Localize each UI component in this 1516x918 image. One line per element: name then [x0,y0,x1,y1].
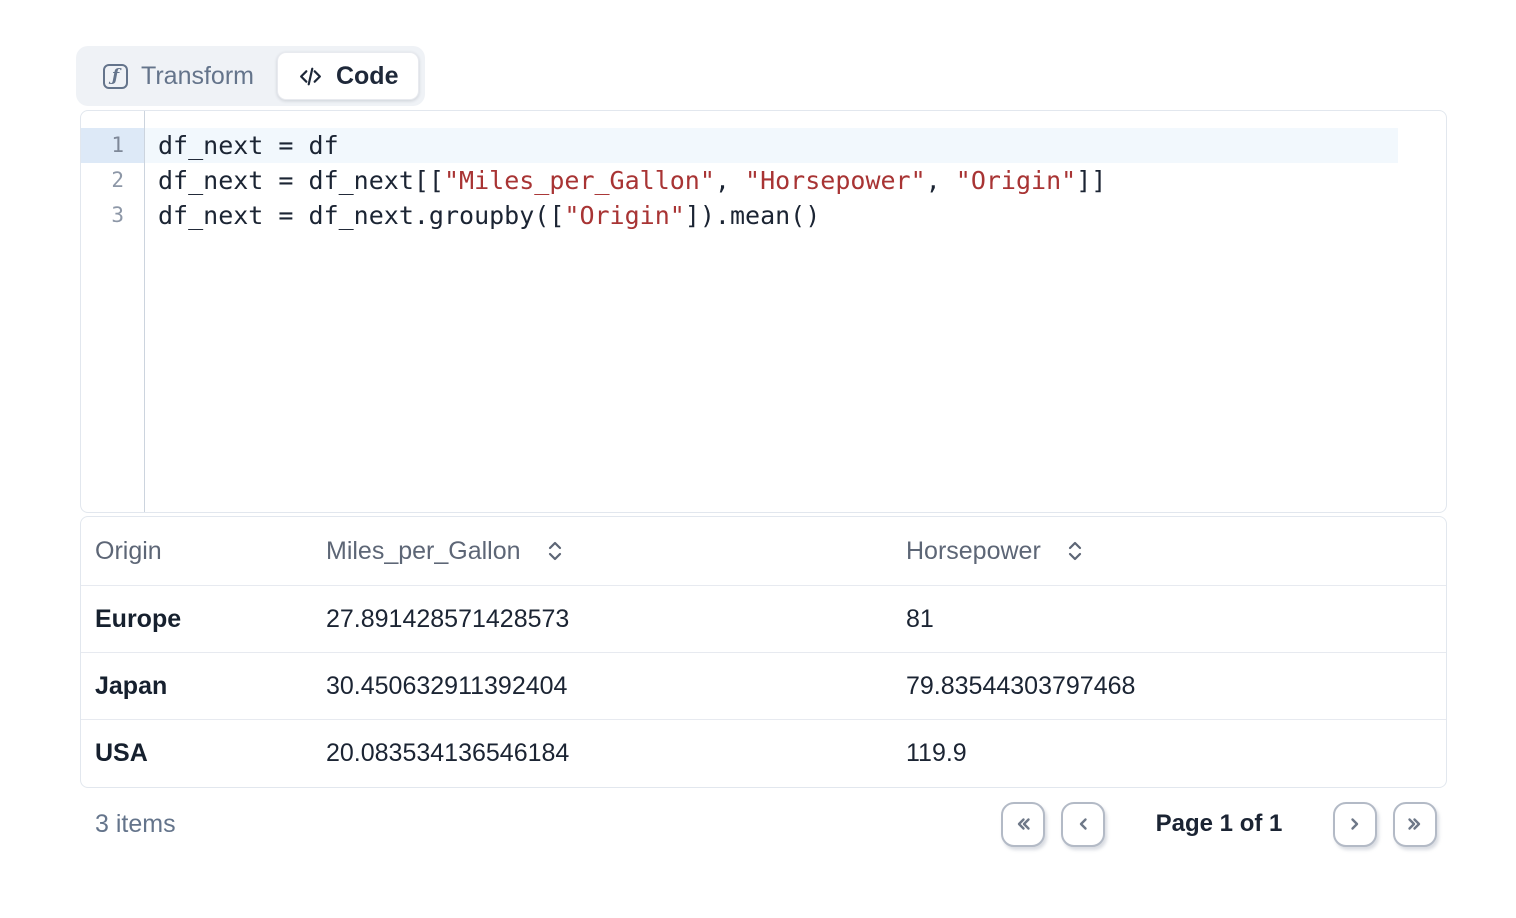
table-footer: 3 items Page 1 of 1 [80,798,1447,850]
result-table: Origin Miles_per_Gallon Horsepower [80,516,1447,788]
code-token: ]] [1076,166,1106,195]
line-number: 1 [81,128,144,163]
table-row: Japan 30.450632911392404 79.835443037974… [81,653,1446,720]
tab-transform[interactable]: ƒ Transform [82,52,275,100]
line-number: 3 [81,198,144,233]
function-icon: ƒ [103,64,128,89]
cell-origin: USA [95,739,326,768]
transform-code-view: ƒ Transform Code 123 df_next = dfdf_next… [0,0,1516,918]
last-page-button[interactable] [1393,802,1437,847]
code-token-string: "Horsepower" [745,166,926,195]
double-chevron-right-icon [1403,812,1427,836]
next-page-button[interactable] [1333,802,1377,847]
cell-horsepower: 119.9 [906,739,1446,768]
sort-updown-icon[interactable] [545,539,565,563]
table-row: Europe 27.891428571428573 81 [81,586,1446,653]
line-number-gutter: 123 [81,111,145,512]
code-content[interactable]: df_next = df df_next = df_next[["Miles_pe… [145,111,1446,512]
tab-code[interactable]: Code [277,52,420,100]
code-token-string: "Miles_per_Gallon" [444,166,715,195]
code-line[interactable]: df_next = df [145,128,1398,163]
chevron-left-icon [1071,812,1095,836]
line-number: 2 [81,163,144,198]
cell-horsepower: 79.83544303797468 [906,672,1446,701]
previous-page-button[interactable] [1061,802,1105,847]
column-header-miles-per-gallon[interactable]: Miles_per_Gallon [326,537,906,566]
code-token: df_next = df_next.groupby([ [158,201,564,230]
cell-origin: Europe [95,605,326,634]
code-token: df_next = df [158,131,339,160]
table-row: USA 20.083534136546184 119.9 [81,720,1446,787]
code-token-string: "Origin" [564,201,684,230]
code-token: df_next = df_next[[ [158,166,444,195]
column-header-label: Miles_per_Gallon [326,537,521,566]
pagination: Page 1 of 1 [1001,802,1437,847]
code-token: , [715,166,745,195]
code-token: , [926,166,956,195]
cell-miles-per-gallon: 20.083534136546184 [326,739,906,768]
double-chevron-left-icon [1011,812,1035,836]
code-editor-panel[interactable]: 123 df_next = df df_next = df_next[["Mile… [80,110,1447,513]
chevron-right-icon [1343,812,1367,836]
tab-code-label: Code [336,61,399,91]
view-tabbar: ƒ Transform Code [76,46,425,106]
items-count: 3 items [95,810,176,839]
tab-transform-label: Transform [141,61,254,91]
first-page-button[interactable] [1001,802,1045,847]
code-token-string: "Origin" [956,166,1076,195]
column-header-label: Horsepower [906,537,1041,566]
code-token: ]).mean() [685,201,820,230]
column-header-origin: Origin [95,537,326,566]
code-line[interactable]: df_next = df_next[["Miles_per_Gallon", "… [145,163,1398,198]
code-icon [298,64,323,89]
column-header-horsepower[interactable]: Horsepower [906,537,1446,566]
code-line[interactable]: df_next = df_next.groupby(["Origin"]).me… [145,198,1398,233]
page-indicator: Page 1 of 1 [1121,810,1317,838]
cell-miles-per-gallon: 30.450632911392404 [326,672,906,701]
cell-miles-per-gallon: 27.891428571428573 [326,605,906,634]
cell-origin: Japan [95,672,326,701]
sort-updown-icon[interactable] [1065,539,1085,563]
cell-horsepower: 81 [906,605,1446,634]
table-header-row: Origin Miles_per_Gallon Horsepower [81,517,1446,586]
column-header-label: Origin [95,537,162,566]
